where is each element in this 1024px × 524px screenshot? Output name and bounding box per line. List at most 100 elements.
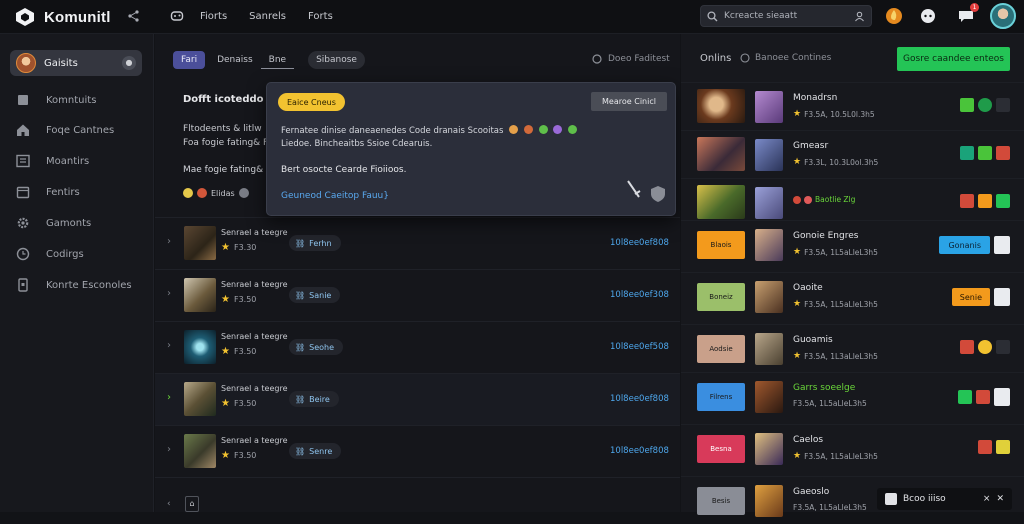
page-lock-icon[interactable]: ⌂	[185, 496, 199, 512]
sidebar-item-monitor[interactable]: Moantirs	[16, 151, 89, 171]
clover-icon[interactable]	[978, 146, 992, 160]
popup-action-button[interactable]: Mearoe Cinicl	[591, 92, 667, 111]
game-thumbnail	[697, 185, 745, 219]
list-item[interactable]: Boneiz Oaoite ★ F3.5A, 1L5aLleL3h5 Senie	[681, 272, 1024, 320]
sidebar-item-community[interactable]: Komntuits	[16, 90, 96, 110]
list-header: Dofft icoteddo	[183, 94, 264, 105]
chevron-right-icon[interactable]: ›	[167, 444, 177, 456]
table-row[interactable]: › Senrael a teegre ★ F3.30 ⛓ Ferhn 10l8ee0…	[155, 217, 680, 269]
red-emoji-icon[interactable]	[197, 188, 207, 198]
chevron-right-icon[interactable]: ›	[167, 392, 177, 404]
item-tag: Boneiz	[697, 283, 745, 311]
yellow-emoji-icon[interactable]	[183, 188, 193, 198]
table-row[interactable]: › Senrael a teegre ★ F3.50 ⛓ Beire 10l8ee0…	[155, 373, 680, 425]
app-icon[interactable]	[978, 440, 992, 454]
list-reaction-row: Elidas	[183, 188, 249, 198]
row-chip[interactable]: ⛓ Ferhn	[289, 235, 341, 251]
row-number: 10l8ee0ef808	[610, 394, 669, 404]
sidebar-item-settings[interactable]: Gamonts	[16, 213, 91, 233]
app-icon[interactable]	[958, 390, 972, 404]
chevron-right-icon[interactable]: ›	[167, 340, 177, 352]
app-icon[interactable]	[978, 340, 992, 354]
star-icon: ★	[793, 451, 802, 461]
time-icon[interactable]	[238, 188, 249, 198]
flame-icon[interactable]	[884, 6, 904, 26]
sidebar-item-clock[interactable]: Codirgs	[16, 244, 84, 264]
table-row[interactable]	[155, 477, 680, 512]
chat-icon	[885, 493, 897, 505]
sidebar-item-home[interactable]: Foqe Cantnes	[16, 120, 114, 140]
chat-bar[interactable]: Bcoo iiiso ⨯ ✕	[877, 488, 1012, 510]
discord-icon[interactable]	[918, 6, 938, 26]
link-icon: ⛓	[295, 290, 306, 300]
create-button[interactable]: Gosre caandee enteos	[897, 47, 1010, 71]
app-icon[interactable]	[978, 194, 992, 208]
tab-sibanose[interactable]: Sibanose	[308, 51, 365, 69]
nav-link-3[interactable]: Forts	[308, 11, 333, 22]
prev-icon[interactable]: ‹	[167, 499, 175, 509]
list-item[interactable]: Monadrsn ★ F3.5A, 10.5L0l.3h5	[681, 82, 1024, 130]
chip-label: Beire	[309, 394, 330, 404]
profile-settings-icon[interactable]: ●	[122, 56, 136, 70]
list-item[interactable]: Filrens Garrs soeelge F3.5A, 1L5aLleL3h5	[681, 372, 1024, 420]
close-icon[interactable]: ✕	[996, 494, 1004, 504]
join-button[interactable]: Senie	[951, 288, 990, 306]
app-icon[interactable]	[960, 194, 974, 208]
share-icon[interactable]	[127, 9, 141, 23]
row-chip[interactable]: ⛓ Beire	[289, 391, 339, 407]
join-button[interactable]: Gonanis	[939, 236, 990, 254]
share-icon[interactable]	[994, 388, 1010, 406]
row-number: 10l8ee0ef308	[610, 290, 669, 300]
list-item[interactable]: Blaois Gonoie Engres ★ F3.5A, 1L5aLleL3h5…	[681, 220, 1024, 268]
phone-icon	[18, 278, 28, 292]
tab-bne[interactable]: Bne	[260, 51, 295, 69]
list-item[interactable]: Gmeasr ★ F3.3L, 10.3L0ol.3h5	[681, 130, 1024, 178]
app-icon[interactable]	[960, 146, 974, 160]
xbox-icon[interactable]	[978, 98, 992, 112]
chevron-right-icon[interactable]: ›	[167, 288, 177, 300]
row-chip[interactable]: ⛓ Senre	[289, 443, 342, 459]
user-avatar[interactable]	[990, 3, 1016, 29]
search-box[interactable]	[700, 5, 872, 27]
clover-icon[interactable]	[960, 98, 974, 112]
minimize-icon[interactable]: ⨯	[983, 494, 991, 504]
list-item[interactable]: Besna Caelos ★ F3.5A, 1L5aLleL3h5	[681, 424, 1024, 472]
character-thumbnail	[755, 381, 783, 413]
table-row[interactable]: › Senrael a teegre ★ F3.50 ⛓ Seohe 10l8ee0…	[155, 321, 680, 373]
sidebar-item-phone[interactable]: Konrte Esconoles	[16, 275, 132, 295]
row-number: 10l8ee0ef508	[610, 342, 669, 352]
user-search-icon[interactable]	[854, 11, 865, 22]
app-icon[interactable]	[960, 340, 974, 354]
table-row[interactable]: › Senrael a teegre ★ F3.50 ⛓ Sanie 10l8ee0…	[155, 269, 680, 321]
brand[interactable]: Komunitl	[14, 6, 111, 28]
row-chip[interactable]: ⛓ Sanie	[289, 287, 341, 303]
list-item[interactable]: Aodsie Guoamis ★ F3.5A, 1L3aLleL3h5	[681, 324, 1024, 372]
more-icon[interactable]	[996, 98, 1010, 112]
community-icon	[18, 95, 28, 105]
sidebar-profile[interactable]: Gaisits ●	[10, 50, 142, 76]
home-icon	[17, 124, 29, 136]
tab-fari[interactable]: Fari	[173, 51, 206, 69]
app-icon[interactable]	[996, 146, 1010, 160]
list-item[interactable]: Baotlie Zlg	[681, 178, 1024, 226]
filter-label: Doeo Faditest	[608, 54, 670, 64]
gamepad-icon[interactable]	[170, 9, 184, 23]
nav-link-2[interactable]: Sanrels	[249, 11, 286, 22]
more-icon[interactable]	[996, 340, 1010, 354]
app-icon[interactable]	[996, 194, 1010, 208]
share-icon[interactable]	[994, 288, 1010, 306]
table-row[interactable]: › Senrael a teegre ★ F3.50 ⛓ Senre 10l8ee0…	[155, 425, 680, 477]
search-input[interactable]	[724, 11, 854, 21]
app-icon[interactable]	[996, 440, 1010, 454]
filter-toggle[interactable]: Doeo Faditest	[592, 54, 670, 64]
popup-link[interactable]: Geuneod Caeitop Fauu}	[281, 191, 389, 201]
sidebar-item-calendar[interactable]: Fentirs	[16, 182, 80, 202]
share-icon[interactable]	[994, 236, 1010, 254]
tab-denaiss[interactable]: Denaiss	[209, 51, 261, 69]
notification-button[interactable]: 1	[956, 3, 979, 26]
nav-link-1[interactable]: Fiorts	[200, 11, 227, 22]
chevron-right-icon[interactable]: ›	[167, 236, 177, 248]
app-icon[interactable]	[976, 390, 990, 404]
row-chip[interactable]: ⛓ Seohe	[289, 339, 344, 355]
sword-icon	[627, 180, 641, 198]
